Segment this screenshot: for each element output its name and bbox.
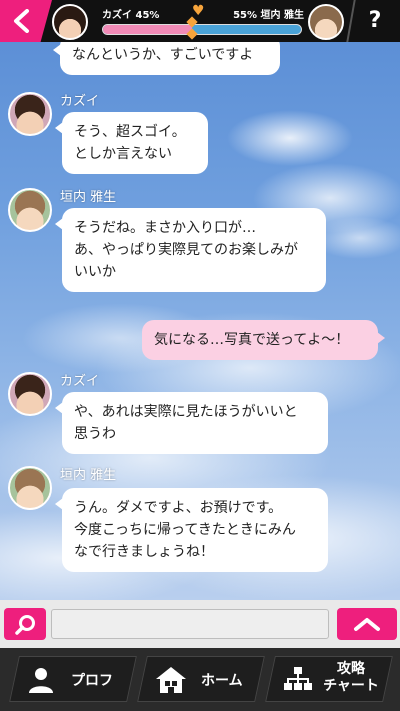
message-bubble: そうだね。まさか入り口が… あ、やっぱり実際見てのお楽しみが いいか <box>55 208 326 292</box>
nav-chart-label-line2: チャート <box>323 678 379 694</box>
message-text: 今度こっちに帰ってきたときにみん <box>74 522 296 538</box>
kazui-header-avatar <box>52 4 88 40</box>
kakiuchi-avatar[interactable] <box>8 466 52 510</box>
message-text: なんというか、すごいですよ <box>72 47 254 63</box>
sender-name: カズイ <box>60 374 100 389</box>
header-bar: カズイ 45% ♥ 55% 垣内 雅生 ? <box>0 0 400 42</box>
heart-icon: ♥ <box>192 3 205 19</box>
affection-bar-fill <box>103 25 193 34</box>
affection-bar <box>102 24 302 35</box>
nav-chart-label-line1: 攻略 <box>337 661 365 677</box>
nav-home-label: ホーム <box>201 673 243 689</box>
message-text: なで行きましょうね！ <box>74 544 214 560</box>
right-meter-label: 55% 垣内 雅生 <box>233 10 304 21</box>
message-bubble: そう、超スゴイ。 としか言えない <box>55 112 208 174</box>
bottom-nav: プロフ ホーム 攻略 チャート <box>0 648 400 711</box>
chevron-up-icon <box>354 618 380 631</box>
help-button[interactable]: ? <box>350 0 400 42</box>
nav-profile-label: プロフ <box>71 673 113 689</box>
message-text: そうだね。まさか入り口が… <box>74 220 256 236</box>
message-text: いいか <box>74 264 116 280</box>
kazui-avatar[interactable] <box>8 372 52 416</box>
sender-name: 垣内 雅生 <box>60 190 117 205</box>
search-button[interactable] <box>4 608 46 640</box>
chevron-left-icon <box>14 9 29 33</box>
meter-marker-icon <box>187 18 197 40</box>
expand-button[interactable] <box>337 608 397 640</box>
message-bubble: や、あれは実際に見たほうがいいと 思うわ <box>55 392 328 454</box>
flowchart-icon <box>284 667 312 690</box>
affection-meter: カズイ 45% ♥ 55% 垣内 雅生 <box>92 2 306 40</box>
message-text: としか言えない <box>74 146 172 162</box>
search-icon <box>15 615 35 635</box>
message-text: 気になる…写真で送ってよ〜！ <box>154 332 350 348</box>
kazui-avatar[interactable] <box>8 92 52 136</box>
kakiuchi-avatar[interactable] <box>8 188 52 232</box>
nav-strategy-chart-button[interactable]: 攻略 チャート <box>265 656 393 702</box>
home-icon <box>156 667 186 693</box>
message-text: あ、やっぱり実際見てのお楽しみが <box>74 242 298 258</box>
message-bubble: うん。ダメですよ、お預けです。 今度こっちに帰ってきたときにみん なで行きましょ… <box>55 488 328 572</box>
nav-home-button[interactable]: ホーム <box>137 656 265 702</box>
message-input[interactable] <box>51 609 329 639</box>
message-text: うん。ダメですよ、お預けです。 <box>74 500 283 516</box>
chat-area[interactable]: なんというか、すごいですよ カズイ そう、超スゴイ。 としか言えない 垣内 雅生… <box>0 38 400 600</box>
message-bubble: なんというか、すごいですよ <box>53 38 280 75</box>
message-text: そう、超スゴイ。 <box>74 124 186 140</box>
message-text: や、あれは実際に見たほうがいいと <box>74 404 298 420</box>
message-text: 思うわ <box>74 426 116 442</box>
input-bar <box>0 600 400 648</box>
person-icon <box>29 668 53 693</box>
nav-profile-button[interactable]: プロフ <box>9 656 137 702</box>
nav-chart-label: 攻略 チャート <box>321 661 381 695</box>
left-meter-label: カズイ 45% <box>102 10 160 21</box>
sender-name: 垣内 雅生 <box>60 468 117 483</box>
kakiuchi-header-avatar <box>308 4 344 40</box>
back-button[interactable] <box>0 0 52 42</box>
sender-name: カズイ <box>60 94 100 109</box>
message-bubble-outgoing: 気になる…写真で送ってよ〜！ <box>142 320 385 360</box>
